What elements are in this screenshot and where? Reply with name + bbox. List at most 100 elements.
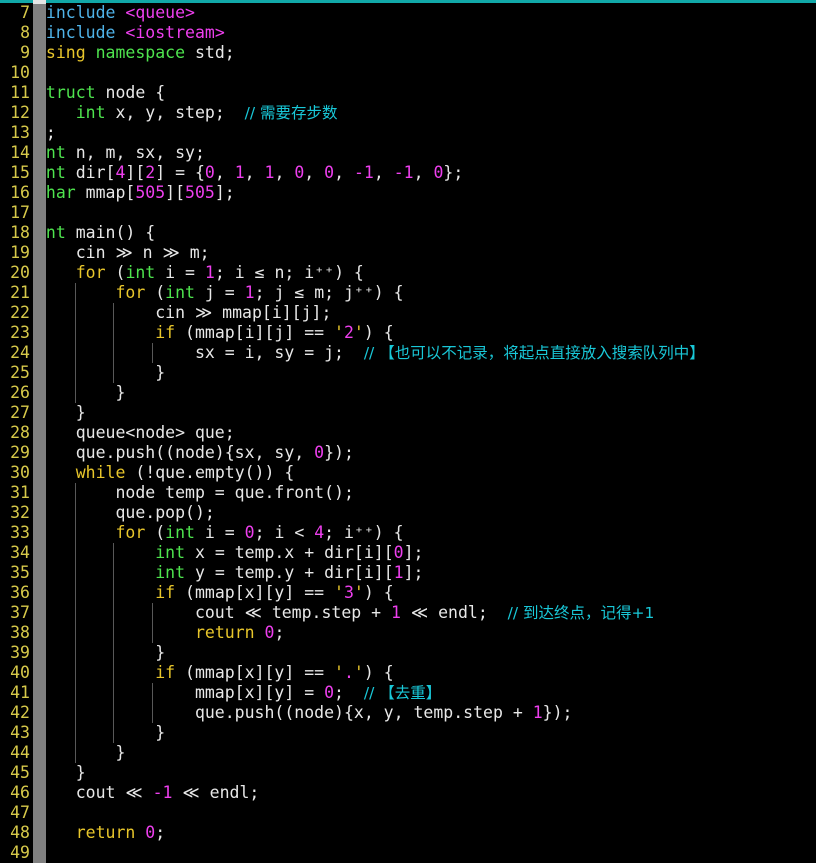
code-token: 505 bbox=[135, 183, 166, 202]
code-line[interactable]: 15 int dir[4][2] = {0, 1, 1, 0, 0, -1, -1… bbox=[0, 163, 816, 183]
code-token: }; bbox=[443, 163, 464, 182]
code-line[interactable]: 20 for (int i = 1; i ≤ n; i⁺⁺) { bbox=[0, 263, 816, 283]
code-token: 2 bbox=[343, 323, 354, 342]
code-line[interactable]: 44 } bbox=[0, 743, 816, 763]
code-token: (mmap[x][y] == bbox=[175, 583, 335, 602]
code-token: }); bbox=[542, 703, 573, 722]
code-line[interactable]: 33 for (int i = 0; i < 4; i⁺⁺) { bbox=[0, 523, 816, 543]
code-line[interactable]: 31 node temp = que.front(); bbox=[0, 483, 816, 503]
code-line-text: int main() { bbox=[36, 223, 155, 243]
code-line[interactable]: 25 } bbox=[0, 363, 816, 383]
code-token: // 【也可以不记录，将起点直接放入搜索队列中】 bbox=[363, 344, 705, 362]
fold-gutter-scrollbar[interactable] bbox=[33, 4, 46, 863]
code-token: j = bbox=[194, 283, 245, 302]
code-line[interactable]: 17 bbox=[0, 203, 816, 223]
code-token: ]; bbox=[403, 543, 424, 562]
code-line[interactable]: 21 for (int j = 1; j ≤ m; j⁺⁺) { bbox=[0, 283, 816, 303]
code-line[interactable]: 36 if (mmap[x][y] == '3') { bbox=[0, 583, 816, 603]
code-line[interactable]: 27 } bbox=[0, 403, 816, 423]
code-line[interactable]: 10 bbox=[0, 63, 816, 83]
code-line[interactable]: 35 int y = temp.y + dir[i][1]; bbox=[0, 563, 816, 583]
code-line[interactable]: 7 #include <queue> bbox=[0, 3, 816, 23]
code-token: mmap[x][y] = bbox=[36, 683, 325, 702]
code-token: cin ≫ n ≫ m; bbox=[36, 243, 210, 262]
code-token: 0 bbox=[204, 163, 215, 182]
line-number: 30 bbox=[10, 463, 30, 482]
code-token: 1 bbox=[391, 603, 401, 622]
code-token: // 【去重】 bbox=[363, 684, 442, 702]
line-number: 43 bbox=[10, 723, 30, 742]
code-line[interactable]: 39 } bbox=[0, 643, 816, 663]
code-token: , bbox=[274, 163, 295, 182]
code-line[interactable]: 8 #include <iostream> bbox=[0, 23, 816, 43]
code-token: , bbox=[334, 163, 354, 182]
code-line[interactable]: 40 if (mmap[x][y] == '.') { bbox=[0, 663, 816, 683]
line-number: 21 bbox=[10, 283, 30, 302]
code-line[interactable]: 47 bbox=[0, 803, 816, 823]
code-line-text: if (mmap[x][y] == '.') { bbox=[36, 663, 393, 683]
code-line[interactable]: 22 cin ≫ mmap[i][j]; bbox=[0, 303, 816, 323]
code-token: . bbox=[343, 663, 354, 682]
code-line[interactable]: 14 int n, m, sx, sy; bbox=[0, 143, 816, 163]
line-number: 14 bbox=[10, 143, 30, 162]
code-token: ] = { bbox=[155, 163, 205, 182]
code-token: return bbox=[194, 623, 255, 642]
code-token: <queue> bbox=[125, 3, 195, 22]
code-token: ][ bbox=[165, 183, 186, 202]
code-line[interactable]: 13}; bbox=[0, 123, 816, 143]
code-editor-viewport[interactable]: 7 #include <queue> 8 #include <iostream> 9 us… bbox=[0, 0, 816, 863]
code-line[interactable]: 11 struct node { bbox=[0, 83, 816, 103]
code-token: if bbox=[155, 583, 176, 602]
line-number: 28 bbox=[10, 423, 30, 442]
code-token: int bbox=[155, 563, 186, 582]
code-line[interactable]: 49} bbox=[0, 843, 816, 863]
code-line[interactable]: 43 } bbox=[0, 723, 816, 743]
code-token: while bbox=[75, 463, 126, 482]
code-line[interactable]: 42 que.push((node){x, y, temp.step + 1})… bbox=[0, 703, 816, 723]
code-line[interactable]: 34 int x = temp.x + dir[i][0]; bbox=[0, 543, 816, 563]
code-token: } bbox=[36, 383, 126, 402]
code-line[interactable]: 9 using namespace std; bbox=[0, 43, 816, 63]
code-token: for bbox=[115, 283, 146, 302]
code-line-text: if (mmap[i][j] == '2') { bbox=[36, 323, 393, 343]
code-token: ( bbox=[145, 523, 166, 542]
code-line[interactable]: 30 while (!que.empty()) { bbox=[0, 463, 816, 483]
code-token: if bbox=[155, 663, 176, 682]
code-token: , bbox=[373, 163, 394, 182]
code-line[interactable]: 16 char mmap[505][505]; bbox=[0, 183, 816, 203]
code-line[interactable]: 45 } bbox=[0, 763, 816, 783]
code-token: -1 bbox=[353, 163, 374, 182]
code-line-text: return 0; bbox=[36, 823, 165, 843]
code-line[interactable]: 32 que.pop(); bbox=[0, 503, 816, 523]
code-line[interactable]: 38 return 0; bbox=[0, 623, 816, 643]
code-line[interactable]: 29 que.push((node){sx, sy, 0}); bbox=[0, 443, 816, 463]
code-line[interactable]: 23 if (mmap[i][j] == '2') { bbox=[0, 323, 816, 343]
code-text-area[interactable]: 7 #include <queue> 8 #include <iostream> 9 us… bbox=[0, 3, 816, 863]
code-token: -1 bbox=[152, 783, 173, 802]
code-line[interactable]: 48 return 0; bbox=[0, 823, 816, 843]
line-number: 7 bbox=[20, 3, 30, 22]
code-line[interactable]: 37 cout ≪ temp.step + 1 ≪ endl; // 到达终点，… bbox=[0, 603, 816, 623]
code-token: int bbox=[75, 103, 106, 122]
code-line[interactable]: 28 queue<node> que; bbox=[0, 423, 816, 443]
code-token: #include bbox=[36, 3, 116, 22]
code-token: #include bbox=[36, 23, 116, 42]
code-line[interactable]: 26 } bbox=[0, 383, 816, 403]
code-line-text: using namespace std; bbox=[36, 43, 235, 63]
code-line[interactable]: 18 int main() { bbox=[0, 223, 816, 243]
code-line[interactable]: 24 sx = i, sy = j; // 【也可以不记录，将起点直接放入搜索队… bbox=[0, 343, 816, 363]
code-token: for bbox=[75, 263, 106, 282]
code-line-text: struct node { bbox=[36, 83, 165, 103]
code-token: , bbox=[214, 163, 235, 182]
code-line[interactable]: 12 int x, y, step; // 需要存步数 bbox=[0, 103, 816, 123]
line-number: 27 bbox=[10, 403, 30, 422]
code-line[interactable]: 46 cout ≪ -1 ≪ endl; bbox=[0, 783, 816, 803]
code-line[interactable]: 19 cin ≫ n ≫ m; bbox=[0, 243, 816, 263]
code-line[interactable]: 41 mmap[x][y] = 0; // 【去重】 bbox=[0, 683, 816, 703]
code-token: ; i⁺⁺) { bbox=[324, 523, 404, 542]
